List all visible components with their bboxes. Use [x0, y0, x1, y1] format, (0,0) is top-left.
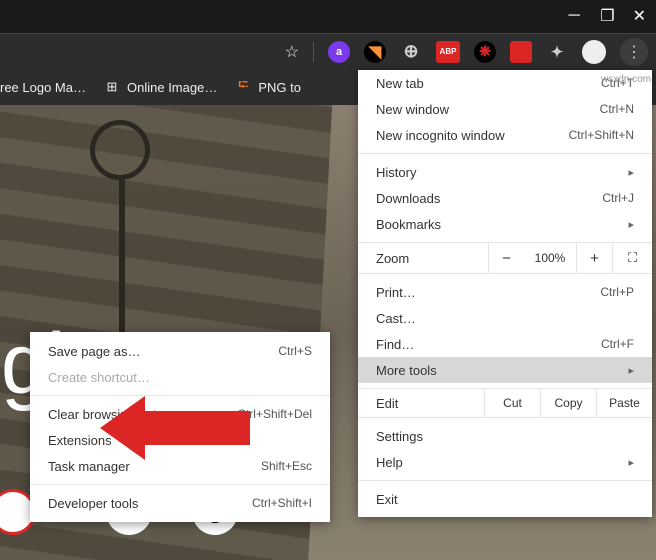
menu-settings[interactable]: Settings	[358, 423, 652, 449]
menu-label: Developer tools	[48, 496, 138, 511]
menu-incognito[interactable]: New incognito window Ctrl+Shift+N	[358, 122, 652, 148]
menu-shortcut: Ctrl+F	[601, 337, 634, 351]
menu-shortcut: Ctrl+S	[278, 344, 312, 358]
extension-shield-icon[interactable]: ❋	[474, 41, 496, 63]
menu-label: Bookmarks	[376, 217, 441, 232]
menu-label: History	[376, 165, 416, 180]
paste-button[interactable]: Paste	[596, 389, 652, 417]
background-image	[90, 120, 150, 180]
menu-divider	[358, 480, 652, 481]
extension-amazon-icon[interactable]: a	[328, 41, 350, 63]
separator	[313, 42, 314, 62]
zoom-out-button[interactable]: −	[488, 243, 524, 273]
menu-label: New window	[376, 102, 449, 117]
bookmark-label: Online Image…	[127, 80, 217, 95]
menu-shortcut: Ctrl+Shift+I	[252, 496, 312, 510]
bookmark-label: ree Logo Ma…	[0, 80, 86, 95]
bookmark-icon: ⮓	[235, 79, 251, 95]
bookmark-star-icon[interactable]: ☆	[285, 42, 299, 62]
menu-label: New incognito window	[376, 128, 505, 143]
watermark: wsxdn.com	[601, 74, 651, 85]
browser-toolbar: ☆ a ◥ ⊕ ABP ❋ ✦ ⋮	[0, 33, 656, 69]
menu-label: Cast…	[376, 311, 416, 326]
instruction-arrow	[140, 411, 250, 445]
extension-abp-icon[interactable]: ABP	[436, 41, 460, 63]
restore-button[interactable]: ❐	[600, 9, 614, 25]
menu-shortcut: Ctrl+Shift+N	[569, 128, 634, 142]
extension-brave-icon[interactable]: ◥	[364, 41, 386, 63]
menu-history[interactable]: History	[358, 159, 652, 185]
menu-divider	[30, 395, 330, 396]
extension-lastpass-icon[interactable]	[510, 41, 532, 63]
fullscreen-button[interactable]: ⛶	[612, 243, 652, 273]
menu-find[interactable]: Find… Ctrl+F	[358, 331, 652, 357]
menu-shortcut: Shift+Esc	[261, 459, 312, 473]
kebab-menu-icon[interactable]: ⋮	[620, 38, 648, 66]
menu-help[interactable]: Help	[358, 449, 652, 475]
bookmark-item[interactable]: ⮓ PNG to	[235, 79, 301, 95]
menu-label: Settings	[376, 429, 423, 444]
submenu-task-manager[interactable]: Task manager Shift+Esc	[30, 453, 330, 479]
menu-label: Print…	[376, 285, 416, 300]
menu-label: Downloads	[376, 191, 440, 206]
submenu-save-page[interactable]: Save page as… Ctrl+S	[30, 338, 330, 364]
bookmark-label: PNG to	[258, 80, 301, 95]
menu-exit[interactable]: Exit	[358, 486, 652, 512]
menu-label: Create shortcut…	[48, 370, 150, 385]
arrow-body	[140, 411, 250, 445]
menu-cast[interactable]: Cast…	[358, 305, 652, 331]
profile-avatar[interactable]	[582, 40, 606, 64]
menu-divider	[358, 153, 652, 154]
menu-label: Task manager	[48, 459, 130, 474]
minimize-button[interactable]: －	[566, 9, 582, 25]
window-titlebar: － ❐ ✕	[0, 0, 656, 33]
zoom-label: Zoom	[376, 251, 488, 266]
menu-shortcut: Ctrl+N	[600, 102, 634, 116]
chrome-main-menu: New tab Ctrl+T New window Ctrl+N New inc…	[358, 70, 652, 517]
bookmark-item[interactable]: ree Logo Ma…	[0, 80, 86, 95]
menu-bookmarks[interactable]: Bookmarks	[358, 211, 652, 237]
extensions-puzzle-icon[interactable]: ✦	[546, 41, 568, 63]
submenu-developer-tools[interactable]: Developer tools Ctrl+Shift+I	[30, 490, 330, 516]
bookmark-icon: ⊞	[104, 79, 120, 95]
zoom-value: 100%	[524, 251, 576, 265]
zoom-in-button[interactable]: +	[576, 243, 612, 273]
copy-button[interactable]: Copy	[540, 389, 596, 417]
bookmark-item[interactable]: ⊞ Online Image…	[104, 79, 217, 95]
menu-zoom-row: Zoom − 100% + ⛶	[358, 242, 652, 274]
submenu-create-shortcut: Create shortcut…	[30, 364, 330, 390]
arrow-head-icon	[100, 396, 145, 460]
menu-print[interactable]: Print… Ctrl+P	[358, 279, 652, 305]
close-button[interactable]: ✕	[633, 9, 646, 25]
menu-label: New tab	[376, 76, 424, 91]
menu-label: Exit	[376, 492, 398, 507]
menu-label: Find…	[376, 337, 414, 352]
menu-label: More tools	[376, 363, 437, 378]
menu-shortcut: Ctrl+P	[600, 285, 634, 299]
menu-shortcut: Ctrl+J	[602, 191, 634, 205]
menu-label: Help	[376, 455, 403, 470]
menu-new-window[interactable]: New window Ctrl+N	[358, 96, 652, 122]
menu-downloads[interactable]: Downloads Ctrl+J	[358, 185, 652, 211]
edit-label: Edit	[376, 396, 484, 411]
menu-edit-row: Edit Cut Copy Paste	[358, 388, 652, 418]
menu-label: Save page as…	[48, 344, 141, 359]
menu-more-tools[interactable]: More tools	[358, 357, 652, 383]
cut-button[interactable]: Cut	[484, 389, 540, 417]
extension-globe-icon[interactable]: ⊕	[400, 41, 422, 63]
menu-divider	[30, 484, 330, 485]
